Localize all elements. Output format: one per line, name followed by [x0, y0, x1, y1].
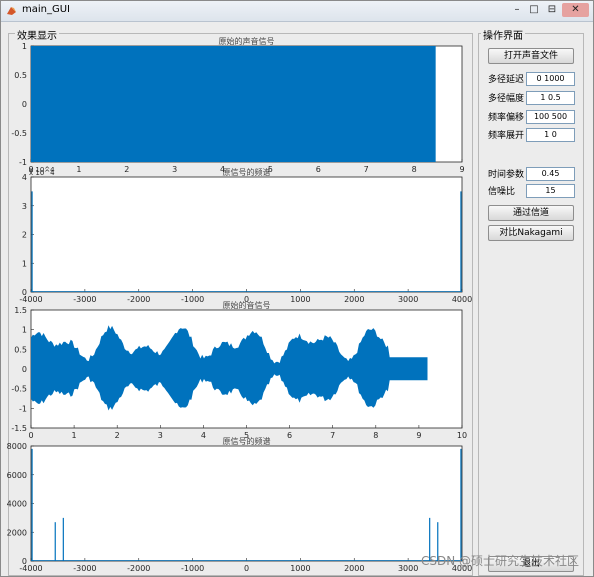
pass-channel-button[interactable]: 通过信道: [488, 205, 574, 221]
multipath-delay-input[interactable]: 0 1000: [526, 72, 575, 86]
window-title: main_GUI: [22, 4, 71, 15]
open-sound-file-button[interactable]: 打开声音文件: [488, 48, 574, 64]
snr-input[interactable]: 15: [526, 184, 575, 198]
compare-nakagami-button[interactable]: 对比Nakagami: [488, 225, 574, 241]
minimize-icon[interactable]: –: [509, 3, 525, 17]
close-icon[interactable]: ✕: [562, 3, 589, 17]
display-panel-title: 效果显示: [15, 27, 59, 42]
time-param-input[interactable]: 0.45: [526, 167, 575, 181]
title-bar: main_GUI – □ ⊟ ✕: [1, 1, 593, 22]
snr-label: 信噪比: [488, 187, 516, 197]
display-panel: 效果显示: [8, 27, 473, 576]
frequency-offset-input[interactable]: 100 500: [526, 110, 575, 124]
watermark: CSDN @硕士研究生技术社区: [421, 554, 580, 568]
param-label: 频率偏移: [488, 113, 525, 123]
operation-panel: 操作界面 打开声音文件 多径延迟 0 1000 多径幅度 1 0.5 频率偏移 …: [478, 27, 584, 576]
frequency-spread-input[interactable]: 1 0: [526, 128, 575, 142]
time-param-label: 时间参数: [488, 170, 525, 180]
param-label: 多径幅度: [488, 94, 525, 104]
operation-panel-title: 操作界面: [481, 27, 525, 42]
param-label: 频率展开: [488, 131, 525, 141]
maximize-icon[interactable]: □: [526, 3, 542, 17]
param-label: 多径延迟: [488, 75, 525, 85]
matlab-icon: [7, 7, 16, 15]
multipath-amplitude-input[interactable]: 1 0.5: [526, 91, 575, 105]
restore-icon[interactable]: ⊟: [544, 3, 560, 17]
main-window: main_GUI – □ ⊟ ✕ 效果显示 操作界面 打开声音文件 多径延迟 0…: [0, 0, 594, 577]
